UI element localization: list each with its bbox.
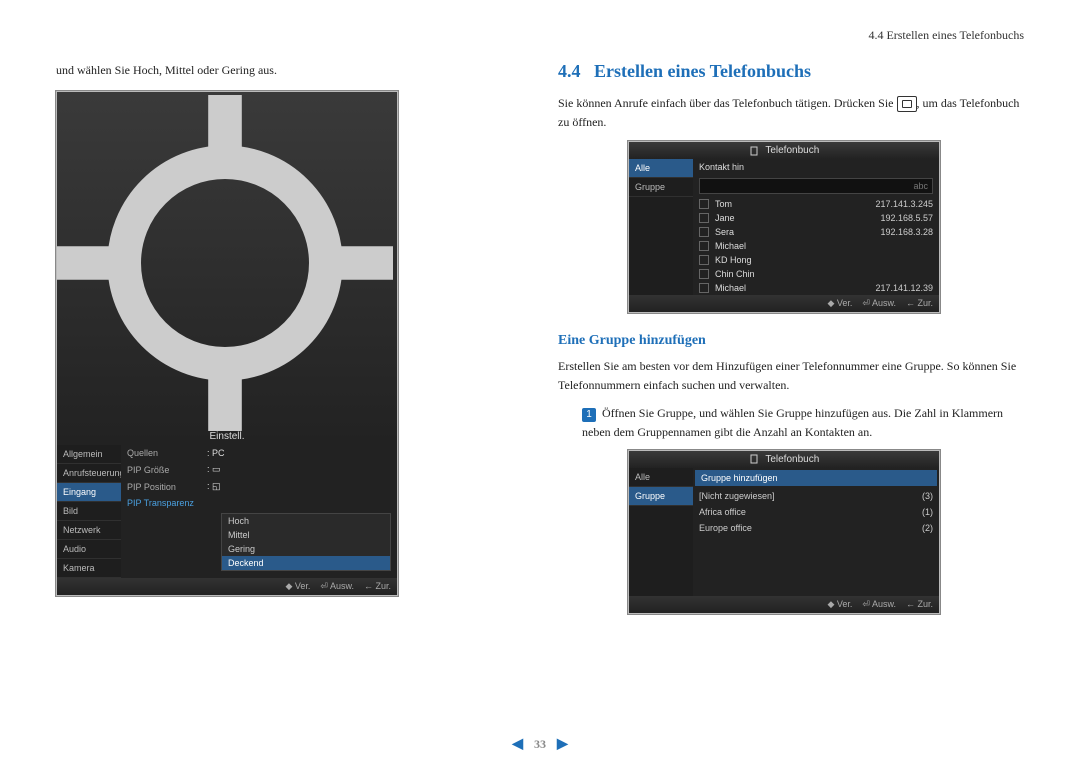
section-heading: 4.4Erstellen eines Telefonbuchs xyxy=(558,61,1024,82)
contact-row[interactable]: KD Hong xyxy=(693,253,939,267)
prev-page-icon[interactable]: ◀ xyxy=(512,737,523,752)
phonebook-groups-tabs: AlleGruppe xyxy=(629,468,693,596)
search-row xyxy=(693,175,939,197)
pb-tab[interactable]: Alle xyxy=(629,468,693,487)
settings-window-title: Einstell. xyxy=(57,92,397,445)
group-row[interactable]: Europe office(2) xyxy=(693,520,939,536)
page-number: 33 xyxy=(534,737,546,751)
screenshot-phonebook-groups: Telefonbuch AlleGruppe Gruppe hinzufügen… xyxy=(628,450,940,614)
subsection-heading: Eine Gruppe hinzufügen xyxy=(558,333,1024,349)
group-row[interactable]: [Nicht zugewiesen](3) xyxy=(693,488,939,504)
step-1: 1Öffnen Sie Gruppe, und wählen Sie Grupp… xyxy=(582,404,1024,441)
settings-footer: ◆ Ver.⏎ Ausw.← Zur. xyxy=(57,578,397,595)
settings-tab-netzwerk[interactable]: Netzwerk xyxy=(57,521,121,540)
section-intro: Sie können Anrufe einfach über das Telef… xyxy=(558,94,1024,131)
phonebook-window-title: Telefonbuch xyxy=(629,142,939,159)
pb-tab[interactable]: Gruppe xyxy=(629,178,693,197)
settings-tab-allgemein[interactable]: Allgemein xyxy=(57,445,121,464)
settings-row: PIP Transparenz xyxy=(121,495,397,511)
transparency-option[interactable]: Deckend xyxy=(222,556,390,570)
group-row[interactable]: Africa office(1) xyxy=(693,504,939,520)
search-input[interactable] xyxy=(699,178,933,194)
pb-tab[interactable]: Gruppe xyxy=(629,487,693,506)
screenshot-settings: Einstell. AllgemeinAnrufsteuerungEingang… xyxy=(56,91,398,596)
transparency-option[interactable]: Mittel xyxy=(222,528,390,542)
pb-tab[interactable]: Alle xyxy=(629,159,693,178)
settings-tab-bild[interactable]: Bild xyxy=(57,502,121,521)
settings-row: Quellen: PC xyxy=(121,445,397,461)
phonebook-tabs: AlleGruppe xyxy=(629,159,693,295)
contact-row[interactable]: Jane192.168.5.57 xyxy=(693,211,939,225)
phonebook-footer: ◆ Ver.⏎ Ausw.← Zur. xyxy=(629,295,939,312)
page-navigation: ◀ 33 ▶ xyxy=(504,736,576,753)
add-contact-row: Kontakt hin xyxy=(693,159,939,175)
settings-row: PIP Größe: ▭ xyxy=(121,461,397,478)
add-group-action[interactable]: Gruppe hinzufügen xyxy=(695,470,937,486)
contact-row[interactable]: Michael217.141.12.39 xyxy=(693,281,939,295)
phonebook-key-icon xyxy=(897,96,917,112)
settings-tab-anrufsteuerung[interactable]: Anrufsteuerung xyxy=(57,464,121,483)
next-page-icon[interactable]: ▶ xyxy=(557,737,568,752)
page-header: 4.4 Erstellen eines Telefonbuchs xyxy=(56,28,1024,43)
step-number-icon: 1 xyxy=(582,408,596,422)
settings-tab-eingang[interactable]: Eingang xyxy=(57,483,121,502)
settings-row: PIP Position: ◱ xyxy=(121,478,397,495)
screenshot-phonebook-contacts: Telefonbuch AlleGruppe Kontakt hin Tom21… xyxy=(628,141,940,313)
contact-row[interactable]: Tom217.141.3.245 xyxy=(693,197,939,211)
phonebook-groups-footer: ◆ Ver.⏎ Ausw.← Zur. xyxy=(629,596,939,613)
phonebook-groups-title: Telefonbuch xyxy=(629,451,939,468)
contact-row[interactable]: Sera192.168.3.28 xyxy=(693,225,939,239)
settings-tab-kamera[interactable]: Kamera xyxy=(57,559,121,578)
left-lead-text: und wählen Sie Hoch, Mittel oder Gering … xyxy=(56,61,522,79)
transparency-option[interactable]: Hoch xyxy=(222,514,390,528)
contact-row[interactable]: Michael xyxy=(693,239,939,253)
transparency-option[interactable]: Gering xyxy=(222,542,390,556)
subsection-text: Erstellen Sie am besten vor dem Hinzufüg… xyxy=(558,357,1024,394)
contact-row[interactable]: Chin Chin xyxy=(693,267,939,281)
settings-tab-audio[interactable]: Audio xyxy=(57,540,121,559)
settings-tabs: AllgemeinAnrufsteuerungEingangBildNetzwe… xyxy=(57,445,121,578)
